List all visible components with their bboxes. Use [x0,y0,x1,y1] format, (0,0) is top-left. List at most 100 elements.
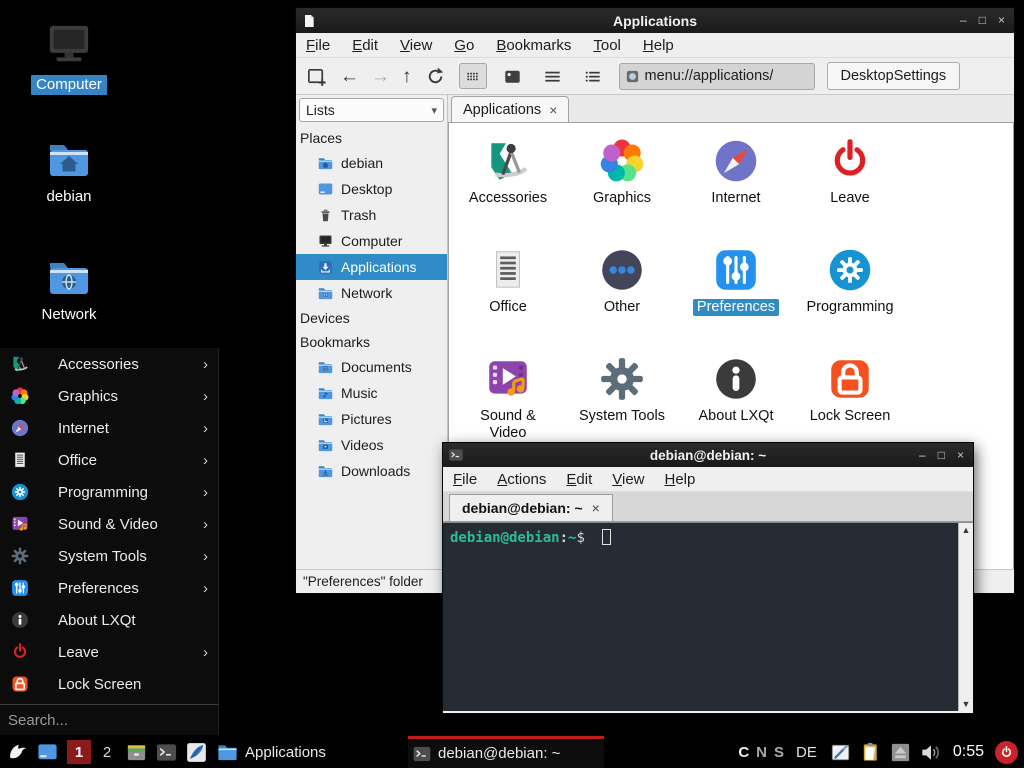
back-icon[interactable]: ← [340,65,359,88]
menu-item-system-tools[interactable]: System Tools › [0,540,218,572]
menu-actions[interactable]: Actions [497,471,546,488]
minimize-button[interactable]: – [960,8,967,33]
close-button[interactable]: × [957,443,964,468]
thumbnail-view-button[interactable] [499,63,527,89]
sidebar-item-downloads[interactable]: Downloads [296,458,447,484]
menu-item-office[interactable]: Office › [0,444,218,476]
sidebar-item-debian[interactable]: debian [296,150,447,176]
terminal-launcher[interactable] [155,741,178,764]
prompt-symbol: $ [576,530,593,546]
tab-applications[interactable]: Applications × [451,96,569,122]
featherpad-launcher[interactable] [185,741,208,764]
folder-item-lock-screen[interactable]: Lock Screen [793,349,907,458]
terminal-scrollbar[interactable]: ▲ ▼ [958,523,973,711]
sidebar-item-videos[interactable]: Videos [296,432,447,458]
sidebar-item-music[interactable]: Music [296,380,447,406]
desktop-icon-network[interactable]: Network [21,254,117,325]
minimize-button[interactable]: – [919,443,926,468]
clipboard-tray-icon[interactable] [859,741,882,764]
numlock-indicator[interactable]: N [756,744,767,761]
menu-item-programming[interactable]: Programming › [0,476,218,508]
detailed-view-button[interactable] [579,63,607,89]
sidebar-item-applications[interactable]: Applications [296,254,447,280]
close-button[interactable]: × [998,8,1005,33]
lock-icon [10,674,30,694]
scroll-down-icon[interactable]: ▼ [962,699,971,709]
task-button-applications[interactable]: Applications [212,736,408,768]
shutdown-button[interactable] [995,741,1018,764]
menu-bookmarks[interactable]: Bookmarks [496,37,571,54]
menu-edit[interactable]: Edit [566,471,592,488]
menu-item-sound-video[interactable]: Sound & Video › [0,508,218,540]
compact-view-button[interactable] [539,63,567,89]
menu-item-lock-screen[interactable]: Lock Screen [0,668,218,700]
screenshot-tray-icon[interactable] [829,741,852,764]
sidebar-item-desktop[interactable]: Desktop [296,176,447,202]
sidebar-item-network[interactable]: Network [296,280,447,306]
search-input[interactable]: Search... [0,704,218,735]
desktop-settings-button[interactable]: DesktopSettings [827,62,961,90]
task-button-terminal[interactable]: debian@debian: ~ [408,736,604,768]
menu-help[interactable]: Help [665,471,696,488]
folder-item-leave[interactable]: Leave [793,131,907,240]
sidebar-item-pictures[interactable]: Pictures [296,406,447,432]
workspace-1-button[interactable]: 1 [67,740,91,764]
folder-item-preferences[interactable]: Preferences [679,240,793,349]
icon-view-button[interactable] [459,63,487,89]
up-icon[interactable]: ↑ [402,65,412,88]
menu-item-leave[interactable]: Leave › [0,636,218,668]
menu-file[interactable]: File [453,471,477,488]
folder-item-sound-video[interactable]: Sound & Video [451,349,565,458]
maximize-button[interactable]: □ [979,8,986,33]
new-tab-icon[interactable] [305,65,328,88]
tab-close-icon[interactable]: × [549,102,557,118]
maximize-button[interactable]: □ [938,443,945,468]
menu-edit[interactable]: Edit [352,37,378,54]
folder-item-system-tools[interactable]: System Tools [565,349,679,458]
reload-icon[interactable] [424,65,447,88]
sidebar-item-trash[interactable]: Trash [296,202,447,228]
scroll-up-icon[interactable]: ▲ [962,525,971,535]
show-desktop-button[interactable] [36,741,59,764]
folder-item-about-lxqt[interactable]: About LXQt [679,349,793,458]
sidebar-item-computer[interactable]: Computer [296,228,447,254]
capslock-indicator[interactable]: C [738,744,749,761]
address-bar[interactable]: menu://applications/ [619,63,815,90]
keyboard-layout-indicator[interactable]: DE [796,744,817,761]
terminal-titlebar[interactable]: debian@debian: ~ – □ × [443,443,973,467]
volume-icon[interactable] [919,741,942,764]
forward-icon[interactable]: → [371,65,390,88]
folder-item-graphics[interactable]: Graphics [565,131,679,240]
menu-item-graphics[interactable]: Graphics › [0,380,218,412]
menu-item-internet[interactable]: Internet › [0,412,218,444]
folder-item-accessories[interactable]: Accessories [451,131,565,240]
file-manager-launcher[interactable] [125,741,148,764]
folder-item-programming[interactable]: Programming [793,240,907,349]
menu-item-accessories[interactable]: Accessories › [0,348,218,380]
desktop-icon-computer[interactable]: Computer [21,18,117,95]
fm-titlebar[interactable]: Applications – □ × [296,8,1014,33]
submenu-arrow-icon: › [203,356,208,373]
menu-go[interactable]: Go [454,37,474,54]
menu-view[interactable]: View [400,37,432,54]
menu-tool[interactable]: Tool [593,37,621,54]
terminal-screen[interactable]: debian@debian:~$ [443,523,958,711]
menu-view[interactable]: View [612,471,644,488]
clock[interactable]: 0:55 [953,743,984,761]
menu-help[interactable]: Help [643,37,674,54]
workspace-2-button[interactable]: 2 [99,744,115,761]
menu-item-preferences[interactable]: Preferences › [0,572,218,604]
terminal-tab[interactable]: debian@debian: ~ × [449,494,613,521]
sidebar-item-documents[interactable]: Documents [296,354,447,380]
folder-item-office[interactable]: Office [451,240,565,349]
tab-close-icon[interactable]: × [592,500,600,516]
menu-item-about-lxqt[interactable]: About LXQt [0,604,218,636]
sidebar-mode-combo[interactable]: Lists ▾ [299,98,444,122]
folder-item-internet[interactable]: Internet [679,131,793,240]
scrolllock-indicator[interactable]: S [774,744,784,761]
removable-media-icon[interactable] [889,741,912,764]
folder-item-other[interactable]: Other [565,240,679,349]
desktop-icon-debian[interactable]: debian [21,136,117,207]
main-menu-button[interactable] [6,741,29,764]
menu-file[interactable]: File [306,37,330,54]
